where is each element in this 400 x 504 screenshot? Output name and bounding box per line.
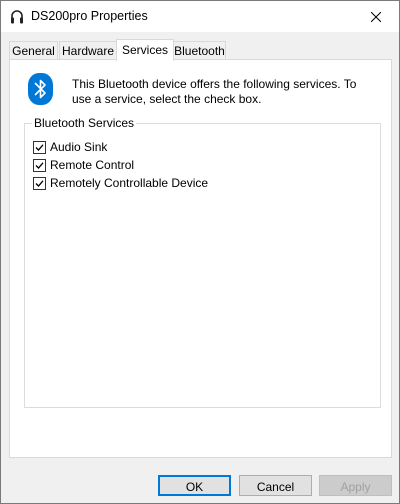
services-panel: This Bluetooth device offers the followi… — [9, 59, 392, 458]
bluetooth-icon — [28, 73, 53, 105]
checkbox-checked-icon[interactable] — [33, 140, 46, 154]
window-title: DS200pro Properties — [31, 9, 148, 23]
checkbox-checked-icon[interactable] — [33, 176, 46, 190]
service-remotely-controllable-device[interactable]: Remotely Controllable Device — [33, 176, 208, 190]
service-remote-control[interactable]: Remote Control — [33, 158, 134, 172]
tab-general[interactable]: General — [9, 41, 58, 60]
group-title: Bluetooth Services — [32, 116, 137, 130]
ok-button[interactable]: OK — [158, 475, 231, 496]
close-button[interactable] — [353, 1, 399, 32]
service-label: Remote Control — [50, 158, 135, 172]
tab-bluetooth[interactable]: Bluetooth — [173, 41, 226, 60]
service-audio-sink[interactable]: Audio Sink — [33, 140, 107, 154]
cancel-button[interactable]: Cancel — [239, 475, 312, 496]
service-label: Remotely Controllable Device — [50, 176, 209, 190]
tab-services[interactable]: Services — [116, 39, 174, 61]
tab-hardware[interactable]: Hardware — [59, 41, 117, 60]
headset-icon — [10, 9, 24, 25]
checkbox-checked-icon[interactable] — [33, 158, 46, 172]
properties-dialog: DS200pro Properties General Hardware Ser… — [0, 0, 400, 504]
service-label: Audio Sink — [50, 140, 108, 154]
bluetooth-services-group: Bluetooth Services Audio Sink Remote Con… — [24, 116, 381, 408]
services-description: This Bluetooth device offers the followi… — [72, 77, 357, 106]
close-icon — [371, 11, 381, 22]
apply-button[interactable]: Apply — [319, 475, 392, 496]
title-bar[interactable]: DS200pro Properties — [1, 1, 399, 32]
